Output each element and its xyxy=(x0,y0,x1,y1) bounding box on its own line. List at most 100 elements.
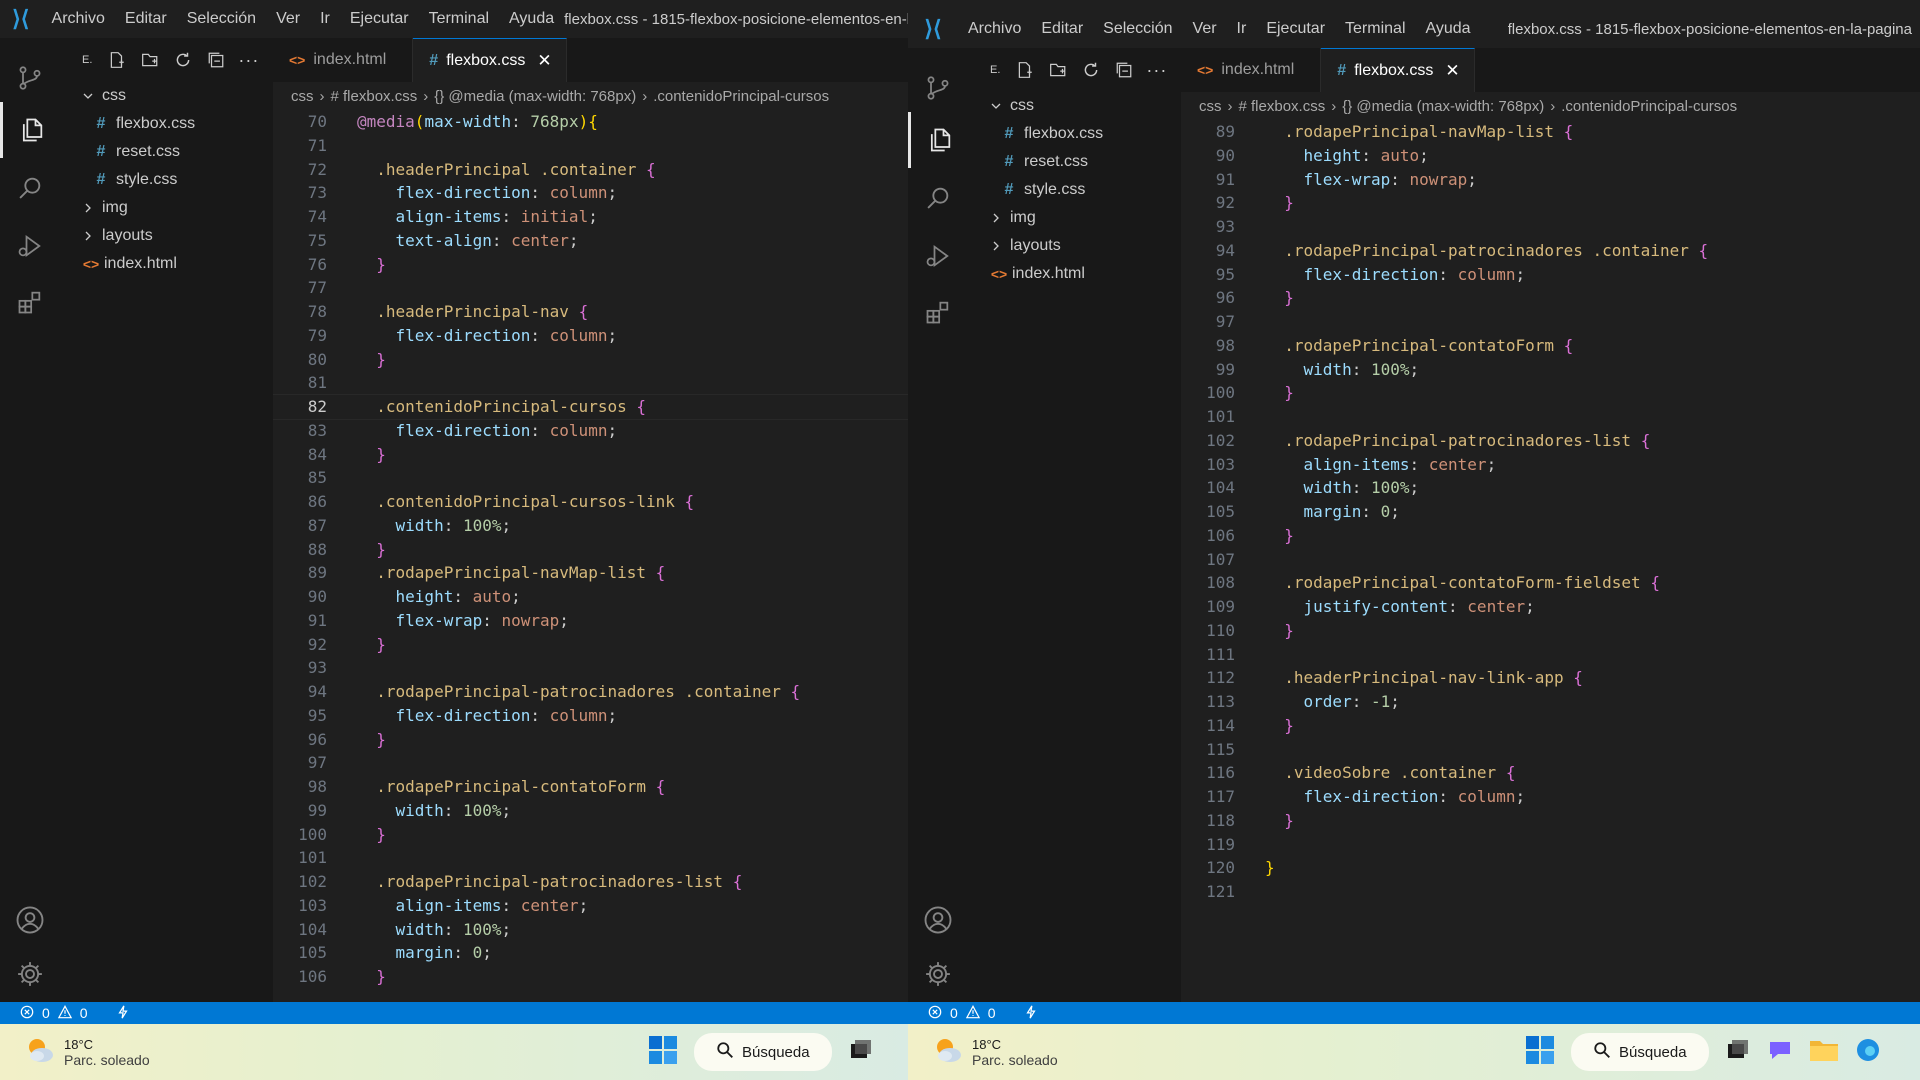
tab-flexbox-css[interactable]: # flexbox.css ✕ xyxy=(1321,48,1475,92)
breadcrumb-item[interactable]: .contenidoPrincipal-cursos xyxy=(1561,98,1737,115)
breadcrumb-item[interactable]: css xyxy=(1199,98,1222,115)
weather-widget[interactable]: 18°C Parc. soleado xyxy=(930,1033,1058,1072)
account-icon[interactable] xyxy=(0,892,60,948)
menu-ir[interactable]: Ir xyxy=(310,10,340,28)
tree-item-css[interactable]: css xyxy=(968,92,1181,120)
code-line: 101 xyxy=(273,846,908,870)
source-control-icon[interactable] xyxy=(908,60,968,116)
error-count[interactable]: 0 xyxy=(42,1005,50,1021)
run-debug-icon[interactable] xyxy=(908,228,968,284)
file-explorer-icon[interactable] xyxy=(1809,1037,1839,1068)
menu-ir[interactable]: Ir xyxy=(1227,20,1257,38)
menu-editar[interactable]: Editar xyxy=(1031,20,1093,38)
menu-ver[interactable]: Ver xyxy=(266,10,310,28)
close-tab-icon[interactable]: ✕ xyxy=(1445,61,1459,81)
tree-item-reset-css[interactable]: # reset.css xyxy=(968,148,1181,176)
remote-icon[interactable] xyxy=(116,1005,130,1022)
new-file-icon[interactable] xyxy=(100,46,133,74)
error-count[interactable]: 0 xyxy=(950,1005,958,1021)
code-line: 84 } xyxy=(273,443,908,467)
run-debug-icon[interactable] xyxy=(0,218,60,274)
warning-count[interactable]: 0 xyxy=(988,1005,996,1021)
line-number: 89 xyxy=(1215,122,1235,141)
warning-count[interactable]: 0 xyxy=(80,1005,88,1021)
menu-ayuda[interactable]: Ayuda xyxy=(499,10,564,28)
task-view-icon[interactable] xyxy=(1725,1037,1751,1068)
collapse-all-icon[interactable] xyxy=(1107,56,1140,84)
menu-ayuda[interactable]: Ayuda xyxy=(1416,20,1481,38)
tree-item-css[interactable]: css xyxy=(60,82,273,110)
tree-item-flexbox-css[interactable]: # flexbox.css xyxy=(968,120,1181,148)
tree-item-layouts[interactable]: layouts xyxy=(60,222,273,250)
line-number: 108 xyxy=(1206,573,1235,593)
new-file-icon[interactable] xyxy=(1008,56,1041,84)
code-line: 106 } xyxy=(1181,524,1920,548)
extensions-icon[interactable] xyxy=(0,274,60,330)
menu-ejecutar[interactable]: Ejecutar xyxy=(340,10,419,28)
tree-item-img[interactable]: img xyxy=(60,194,273,222)
breadcrumb-item[interactable]: # flexbox.css xyxy=(1239,98,1326,115)
menu-terminal[interactable]: Terminal xyxy=(1335,20,1415,38)
settings-gear-icon[interactable] xyxy=(908,946,968,1002)
tree-item-flexbox-css[interactable]: # flexbox.css xyxy=(60,110,273,138)
warning-icon[interactable] xyxy=(57,1004,72,1022)
taskbar-search[interactable]: Búsqueda xyxy=(694,1033,832,1071)
code-editor[interactable]: 89 .rodapePrincipal-navMap-list {90 heig… xyxy=(1181,120,1920,1002)
refresh-icon[interactable] xyxy=(166,46,199,74)
tree-item-style-css[interactable]: # style.css xyxy=(60,166,273,194)
breadcrumb-item[interactable]: # flexbox.css xyxy=(331,88,418,105)
code-line: 101 xyxy=(1181,405,1920,429)
tree-item-index-html[interactable]: <> index.html xyxy=(60,250,273,278)
menu-archivo[interactable]: Archivo xyxy=(42,10,115,28)
code-editor[interactable]: 70 @media(max-width: 768px){71 72 .headerP… xyxy=(273,110,908,1002)
tree-item-index-html[interactable]: <> index.html xyxy=(968,260,1181,288)
chat-icon[interactable] xyxy=(1767,1037,1793,1068)
more-actions-icon[interactable]: ··· xyxy=(1140,56,1173,84)
menu-selección[interactable]: Selección xyxy=(1093,20,1182,38)
account-icon[interactable] xyxy=(908,892,968,948)
settings-gear-icon[interactable] xyxy=(0,946,60,1002)
remote-icon[interactable] xyxy=(1024,1005,1038,1022)
menu-archivo[interactable]: Archivo xyxy=(958,20,1031,38)
weather-widget[interactable]: 18°C Parc. soleado xyxy=(22,1033,150,1072)
breadcrumb-item[interactable]: {} @media (max-width: 768px) xyxy=(434,88,636,105)
windows-start-icon[interactable] xyxy=(648,1035,678,1070)
windows-start-icon[interactable] xyxy=(1525,1035,1555,1070)
source-control-icon[interactable] xyxy=(0,50,60,106)
collapse-all-icon[interactable] xyxy=(199,46,232,74)
breadcrumb-item[interactable]: .contenidoPrincipal-cursos xyxy=(653,88,829,105)
code-line: 92 } xyxy=(1181,191,1920,215)
explorer-icon[interactable] xyxy=(0,102,60,158)
menu-ver[interactable]: Ver xyxy=(1183,20,1227,38)
refresh-icon[interactable] xyxy=(1074,56,1107,84)
menu-ejecutar[interactable]: Ejecutar xyxy=(1256,20,1335,38)
menu-terminal[interactable]: Terminal xyxy=(419,10,499,28)
error-icon[interactable] xyxy=(928,1005,942,1022)
more-actions-icon[interactable]: ··· xyxy=(232,46,265,74)
menu-selección[interactable]: Selección xyxy=(177,10,266,28)
tree-item-img[interactable]: img xyxy=(968,204,1181,232)
menu-editar[interactable]: Editar xyxy=(115,10,177,28)
search-icon[interactable] xyxy=(908,170,968,226)
new-folder-icon[interactable] xyxy=(1041,56,1074,84)
breadcrumb-item[interactable]: css xyxy=(291,88,314,105)
close-tab-icon[interactable]: ✕ xyxy=(537,51,551,71)
explorer-icon[interactable] xyxy=(908,112,968,168)
code-line: 118 } xyxy=(1181,809,1920,833)
tree-item-reset-css[interactable]: # reset.css xyxy=(60,138,273,166)
edge-browser-icon[interactable] xyxy=(1855,1037,1881,1068)
search-icon[interactable] xyxy=(0,160,60,216)
tab-index-html[interactable]: <> index.html xyxy=(1181,48,1322,92)
line-number: 115 xyxy=(1206,739,1235,759)
tab-index-html[interactable]: <> index.html xyxy=(273,38,414,82)
warning-icon[interactable] xyxy=(965,1004,980,1022)
new-folder-icon[interactable] xyxy=(133,46,166,74)
extensions-icon[interactable] xyxy=(908,284,968,340)
tree-item-layouts[interactable]: layouts xyxy=(968,232,1181,260)
task-view-icon[interactable] xyxy=(848,1037,874,1068)
tree-item-style-css[interactable]: # style.css xyxy=(968,176,1181,204)
error-icon[interactable] xyxy=(20,1005,34,1022)
breadcrumb-item[interactable]: {} @media (max-width: 768px) xyxy=(1342,98,1544,115)
taskbar-search[interactable]: Búsqueda xyxy=(1571,1033,1709,1071)
tab-flexbox-css[interactable]: # flexbox.css ✕ xyxy=(413,38,567,82)
